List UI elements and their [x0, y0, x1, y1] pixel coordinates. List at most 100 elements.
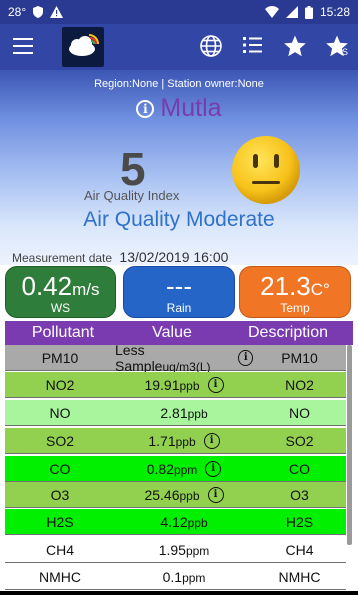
table-row[interactable]: CO 0.82ppm i CO	[5, 456, 346, 482]
wind-speed-card[interactable]: 0.42m/s WS	[5, 266, 116, 318]
pollutant-unit: ppb	[175, 434, 196, 449]
measurement-date-value: 13/02/2019 16:00	[119, 249, 229, 265]
pollutant-description: PM10	[281, 349, 318, 366]
pollutant-name: CO	[49, 460, 71, 477]
rain-label: Rain	[166, 301, 192, 315]
pollutant-description: SO2	[285, 432, 314, 449]
temperature-label: Temp	[280, 301, 310, 315]
pollutant-value: 4.12ppb	[160, 514, 207, 530]
table-row[interactable]: SO2 1.71ppb i SO2	[5, 428, 346, 454]
pollutant-value-cell: Less Sampleug/m3(L) i	[115, 342, 253, 374]
table-scrollbar[interactable]	[347, 345, 352, 545]
pollutant-value-number: 1.71	[148, 432, 176, 449]
neutral-face-icon	[230, 134, 302, 206]
pollutant-name: CH4	[45, 541, 74, 558]
rain-card[interactable]: --- Rain	[123, 266, 235, 318]
station-header: i Mutla	[0, 94, 358, 123]
pollutant-description: NMHC	[278, 568, 321, 585]
shield-icon	[33, 6, 44, 18]
status-temperature: 28°	[8, 5, 27, 19]
pollutant-description: NO2	[285, 376, 314, 393]
pollutant-value-cell: 19.91ppb i	[115, 376, 253, 393]
air-quality-status: Air Quality Moderate	[83, 208, 275, 231]
pollutant-value-cell: 25.46ppb i	[115, 486, 253, 503]
pollutant-description: NO	[289, 404, 310, 421]
info-icon[interactable]: i	[207, 376, 224, 393]
pollutant-description: CO	[289, 460, 310, 477]
table-row[interactable]: CH4 1.95ppm CH4	[5, 537, 346, 563]
table-row[interactable]: NO2 19.91ppb i NO2	[5, 372, 346, 398]
pollutant-name: O3	[50, 486, 70, 503]
pollutant-unit: ppm	[182, 570, 206, 585]
star-add-icon[interactable]: S	[325, 34, 351, 60]
pollutant-value-cell: 1.95ppm	[115, 542, 253, 558]
pollutant-value-cell: 1.71ppb i	[115, 432, 253, 449]
pollutant-value: Less Sampleug/m3(L)	[115, 342, 230, 374]
pollutant-value: 19.91ppb	[144, 377, 199, 393]
signal-icon	[285, 6, 298, 18]
wifi-icon	[264, 6, 279, 18]
aqi-label: Air Quality Index	[84, 188, 180, 203]
pollutant-unit: ppm	[185, 543, 210, 558]
rain-value: ---	[166, 271, 192, 301]
pollutant-value: 1.95ppm	[159, 542, 210, 558]
pollutant-description: H2S	[285, 513, 314, 530]
screen-bottom-edge	[0, 591, 358, 595]
measurement-date: Measurement date 13/02/2019 16:00	[12, 249, 228, 265]
station-name: Mutla	[160, 94, 222, 122]
wind-speed-label: WS	[50, 301, 71, 315]
pollutant-value: 0.1ppm	[163, 569, 206, 585]
table-row[interactable]: PM10 Less Sampleug/m3(L) i PM10	[5, 342, 346, 374]
warning-icon	[50, 6, 64, 18]
pollutant-value: 1.71ppb	[148, 433, 195, 449]
app-bar: S	[0, 24, 358, 70]
info-icon[interactable]: i	[203, 432, 220, 449]
menu-icon[interactable]	[13, 38, 33, 54]
measurement-date-label: Measurement date	[12, 251, 113, 265]
pollutant-value-cell: 4.12ppb	[115, 514, 253, 530]
pollutant-name: NO2	[45, 376, 75, 393]
pollutant-name: SO2	[45, 432, 74, 449]
pollutant-name: NO	[49, 404, 71, 421]
battery-icon	[304, 5, 313, 19]
pollutant-value-cell: 0.1ppm	[115, 569, 253, 585]
pollutant-value-number: 4.12	[160, 513, 188, 530]
table-row[interactable]: NMHC 0.1ppm NMHC	[5, 564, 346, 590]
column-header-pollutant: Pollutant	[31, 324, 95, 341]
wind-speed-value: 0.42	[21, 271, 73, 301]
pollutant-unit: ppb	[179, 378, 200, 393]
app-logo	[62, 27, 104, 67]
star-icon[interactable]	[283, 34, 309, 60]
station-info-icon[interactable]: i	[136, 99, 155, 118]
pollutant-name: NMHC	[39, 568, 81, 585]
pollutant-value-number: 1.95	[158, 541, 186, 558]
wind-speed-unit: m/s	[72, 280, 100, 299]
pollutant-description: O3	[290, 486, 309, 503]
info-icon[interactable]: i	[207, 486, 224, 503]
pollutant-name: H2S	[46, 513, 74, 530]
region-info: Region:None | Station owner:None	[94, 78, 264, 90]
pollutant-value-cell: 2.81ppb	[115, 405, 253, 421]
list-icon[interactable]	[242, 34, 268, 60]
pollutant-unit: ppb	[179, 488, 200, 503]
pollutant-value-number: 0.82	[146, 460, 174, 477]
info-icon[interactable]: i	[238, 349, 253, 366]
table-row[interactable]: H2S 4.12ppb H2S	[5, 509, 346, 535]
info-icon[interactable]: i	[205, 460, 222, 477]
temperature-value: 21.3	[260, 271, 311, 301]
temperature-unit: C°	[310, 280, 330, 299]
status-bar: 28° 15:28	[0, 0, 358, 24]
star-add-badge: S	[342, 47, 349, 57]
temperature-card[interactable]: 21.3C° Temp	[239, 266, 351, 318]
table-row[interactable]: O3 25.46ppb i O3	[5, 482, 346, 508]
pollutant-value-number: 19.91	[144, 376, 180, 393]
pollutant-value: 2.81ppb	[160, 405, 207, 421]
globe-icon[interactable]	[199, 34, 225, 60]
pollutant-unit: ppm	[173, 462, 198, 477]
pollutant-name: PM10	[41, 349, 79, 366]
station-summary: Region:None | Station owner:None i Mutla…	[0, 70, 358, 265]
table-row[interactable]: NO 2.81ppb NO	[5, 400, 346, 426]
pollutant-value-number: 2.81	[160, 404, 188, 421]
pollutant-value: 25.46ppb	[144, 487, 199, 503]
pollutant-value: 0.82ppm	[147, 461, 198, 477]
